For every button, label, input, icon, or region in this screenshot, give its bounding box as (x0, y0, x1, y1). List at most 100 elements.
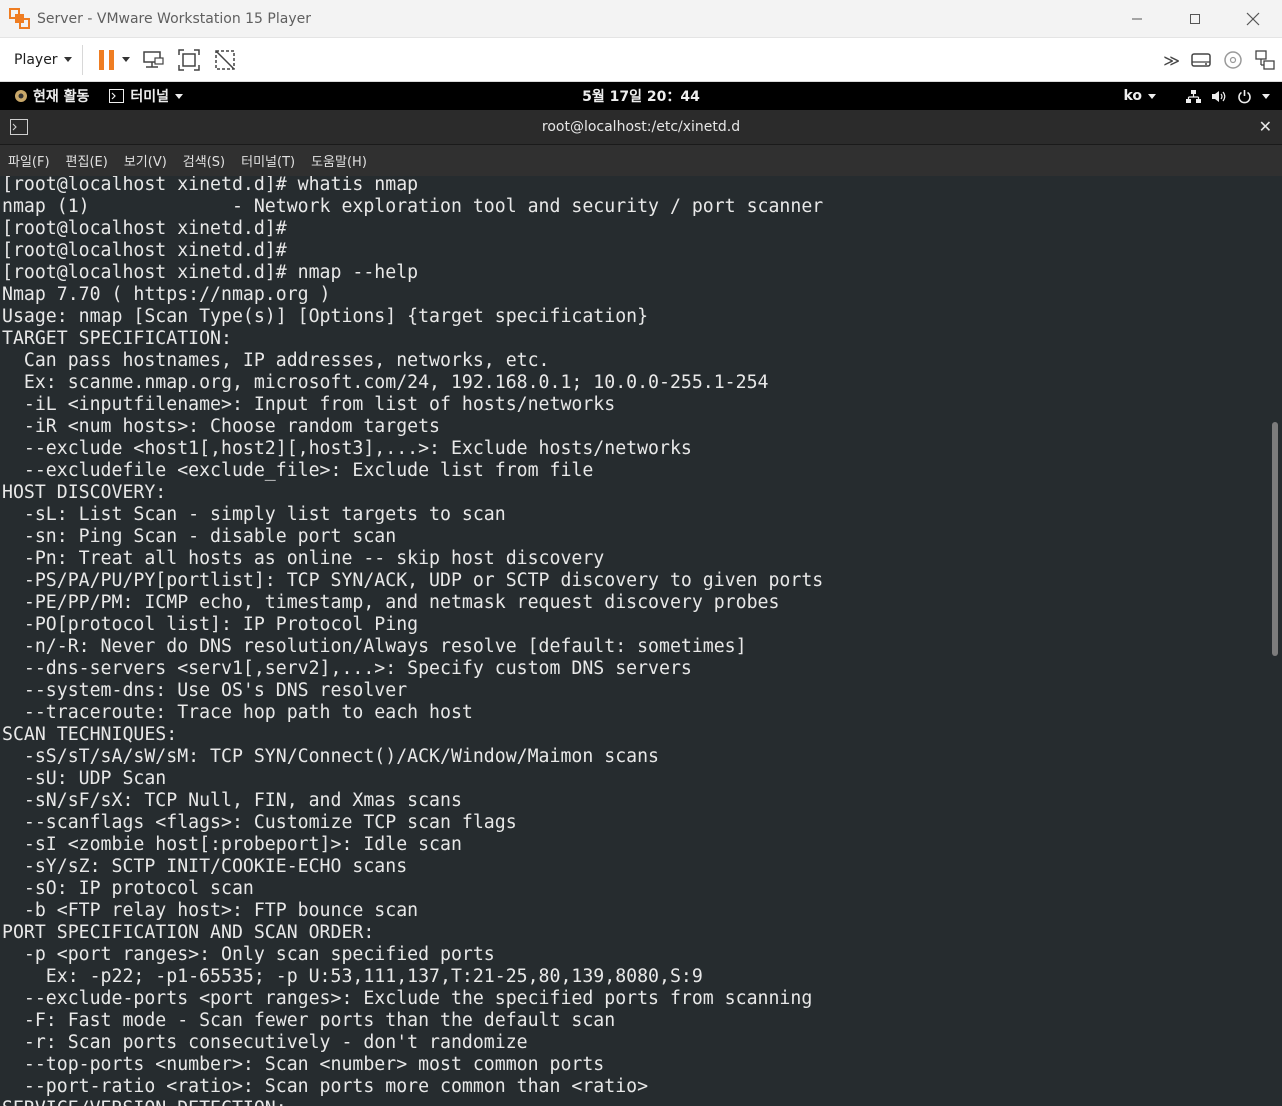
menu-file[interactable]: 파일(F) (8, 151, 50, 170)
input-method-button[interactable]: ko (1123, 88, 1156, 104)
terminal-line: -iL <inputfilename>: Input from list of … (2, 394, 616, 415)
terminal-line: TARGET SPECIFICATION: (2, 328, 232, 349)
menu-help[interactable]: 도움말(H) (311, 151, 367, 170)
terminal-line: -sO: IP protocol scan (2, 878, 254, 899)
terminal-line: SCAN TECHNIQUES: (2, 724, 178, 745)
terminal-line: -n/-R: Never do DNS resolution/Always re… (2, 636, 747, 657)
close-icon (1246, 12, 1260, 26)
menu-edit[interactable]: 편집(E) (66, 151, 108, 170)
terminal-line: -F: Fast mode - Scan fewer ports than th… (2, 1010, 616, 1031)
terminal-line: Nmap 7.70 ( https://nmap.org ) (2, 284, 331, 305)
terminal-line: Ex: scanme.nmap.org, microsoft.com/24, 1… (2, 372, 769, 393)
terminal-line: -sL: List Scan - simply list targets to … (2, 504, 506, 525)
terminal-line: Ex: -p22; -p1-65535; -p U:53,111,137,T:2… (2, 966, 703, 987)
terminal-line: -PS/PA/PU/PY[portlist]: TCP SYN/ACK, UDP… (2, 570, 824, 591)
terminal-line: --scanflags <flags>: Customize TCP scan … (2, 812, 517, 833)
activities-label: 현재 활동 (33, 89, 90, 105)
more-icon[interactable]: ≫ (1163, 51, 1180, 70)
terminal-line: [root@localhost xinetd.d]# (2, 240, 287, 261)
full-screen-icon (177, 48, 200, 71)
chevron-down-icon (63, 57, 72, 62)
activities-button[interactable]: 현재 활동 (14, 86, 89, 106)
app-menu-button[interactable]: 터미널 (109, 86, 184, 106)
terminal-line: SERVICE/VERSION DETECTION: (2, 1098, 823, 1106)
terminal-text: [root@localhost xinetd.d]# whatis nmap nm… (2, 176, 823, 1106)
terminal-output[interactable]: [root@localhost xinetd.d]# whatis nmap nm… (0, 176, 1282, 1106)
input-method-label: ko (1123, 88, 1142, 104)
full-screen-button[interactable] (176, 47, 202, 73)
terminal-close-button[interactable]: ✕ (1259, 117, 1272, 136)
terminal-line: --traceroute: Trace hop path to each hos… (2, 702, 473, 723)
close-button[interactable] (1224, 0, 1282, 38)
terminal-line: -sU: UDP Scan (2, 768, 167, 789)
terminal-line: -r: Scan ports consecutively - don't ran… (2, 1032, 528, 1053)
window-title: Server - VMware Workstation 15 Player (37, 10, 311, 27)
terminal-line: -iR <num hosts>: Choose random targets (2, 416, 440, 437)
app-menu-label: 터미널 (130, 89, 170, 105)
terminal-line: --port-ratio <ratio>: Scan ports more co… (2, 1076, 649, 1097)
terminal-line: -b <FTP relay host>: FTP bounce scan (2, 900, 419, 921)
terminal-line: -sN/sF/sX: TCP Null, FIN, and Xmas scans (2, 790, 462, 811)
terminal-line: --excludefile <exclude_file>: Exclude li… (2, 460, 594, 481)
terminal-line: --top-ports <number>: Scan <number> most… (2, 1054, 605, 1075)
network-icon (1186, 89, 1201, 103)
gnome-top-bar: 현재 활동 터미널 5월 17일 20：44 ko (0, 82, 1282, 110)
terminal-line: Can pass hostnames, IP addresses, networ… (2, 350, 550, 371)
chevron-down-icon (175, 93, 184, 99)
player-menu-label: Player (14, 51, 58, 68)
minimize-button[interactable] (1108, 0, 1166, 38)
terminal-menu-bar: 파일(F) 편집(E) 보기(V) 검색(S) 터미널(T) 도움말(H) (0, 145, 1282, 176)
terminal-line: --system-dns: Use OS's DNS resolver (2, 680, 408, 701)
activities-icon (15, 90, 27, 102)
terminal-line: HOST DISCOVERY: (2, 482, 167, 503)
terminal-line: --dns-servers <serv1[,serv2],...>: Speci… (2, 658, 692, 679)
chevron-down-icon (1148, 93, 1156, 99)
terminal-line: -sI <zombie host[:probeport]>: Idle scan (2, 834, 462, 855)
hard-disk-icon[interactable] (1190, 50, 1212, 70)
toolbar-divider (81, 44, 83, 75)
player-toolbar: Player ≫ (0, 38, 1282, 82)
terminal-icon (109, 89, 125, 103)
player-menu-button[interactable]: Player (14, 52, 72, 68)
maximize-button[interactable] (1166, 0, 1224, 38)
host-title-bar: Server - VMware Workstation 15 Player (0, 0, 1282, 38)
menu-search[interactable]: 검색(S) (183, 151, 225, 170)
terminal-line: Usage: nmap [Scan Type(s)] [Options] {ta… (2, 306, 649, 327)
vmware-app-icon (9, 7, 31, 30)
terminal-line: [root@localhost xinetd.d]# (2, 218, 287, 239)
pause-icon (98, 49, 104, 70)
terminal-line: [root@localhost xinetd.d]# whatis nmap (2, 176, 419, 195)
terminal-line: -sY/sZ: SCTP INIT/COOKIE-ECHO scans (2, 856, 408, 877)
terminal-header-bar: root@localhost:/etc/xinetd.d ✕ (0, 110, 1282, 145)
send-ctrl-alt-del-button[interactable] (140, 47, 166, 73)
terminal-line: [root@localhost xinetd.d]# nmap --help (2, 262, 419, 283)
terminal-line: -sS/sT/sA/sW/sM: TCP SYN/Connect()/ACK/W… (2, 746, 659, 767)
terminal-line: nmap (1) - Network exploration tool and … (2, 196, 824, 217)
terminal-line: -PO[protocol list]: IP Protocol Ping (2, 614, 419, 635)
terminal-line: --exclude-ports <port ranges>: Exclude t… (2, 988, 813, 1009)
system-status-menu[interactable] (1186, 89, 1270, 104)
terminal-line: -PE/PP/PM: ICMP echo, timestamp, and net… (2, 592, 780, 613)
unity-button[interactable] (212, 47, 238, 73)
terminal-line: --exclude <host1[,host2][,host3],...>: E… (2, 438, 692, 459)
terminal-line: -Pn: Treat all hosts as online -- skip h… (2, 548, 605, 569)
maximize-icon (1190, 14, 1200, 24)
chevron-down-icon[interactable] (121, 57, 130, 62)
terminal-line: PORT SPECIFICATION AND SCAN ORDER: (2, 922, 375, 943)
unity-icon (214, 49, 235, 70)
clock-label[interactable]: 5월 17일 20：44 (582, 89, 700, 105)
terminal-window-icon (10, 119, 28, 135)
menu-terminal[interactable]: 터미널(T) (241, 151, 295, 170)
clock: 5월 17일 20：44 (0, 86, 1282, 106)
pause-button[interactable] (98, 49, 114, 70)
volume-icon (1212, 90, 1226, 102)
cd-icon[interactable] (1222, 49, 1244, 71)
menu-view[interactable]: 보기(V) (124, 151, 167, 170)
minimize-icon (1132, 18, 1142, 20)
terminal-scrollbar[interactable] (1272, 422, 1278, 656)
terminal-line: -p <port ranges>: Only scan specified po… (2, 944, 495, 965)
power-icon (1238, 89, 1251, 103)
terminal-title: root@localhost:/etc/xinetd.d (541, 119, 741, 135)
chevron-down-icon (1262, 93, 1270, 99)
network-adapter-icon[interactable] (1254, 49, 1276, 71)
